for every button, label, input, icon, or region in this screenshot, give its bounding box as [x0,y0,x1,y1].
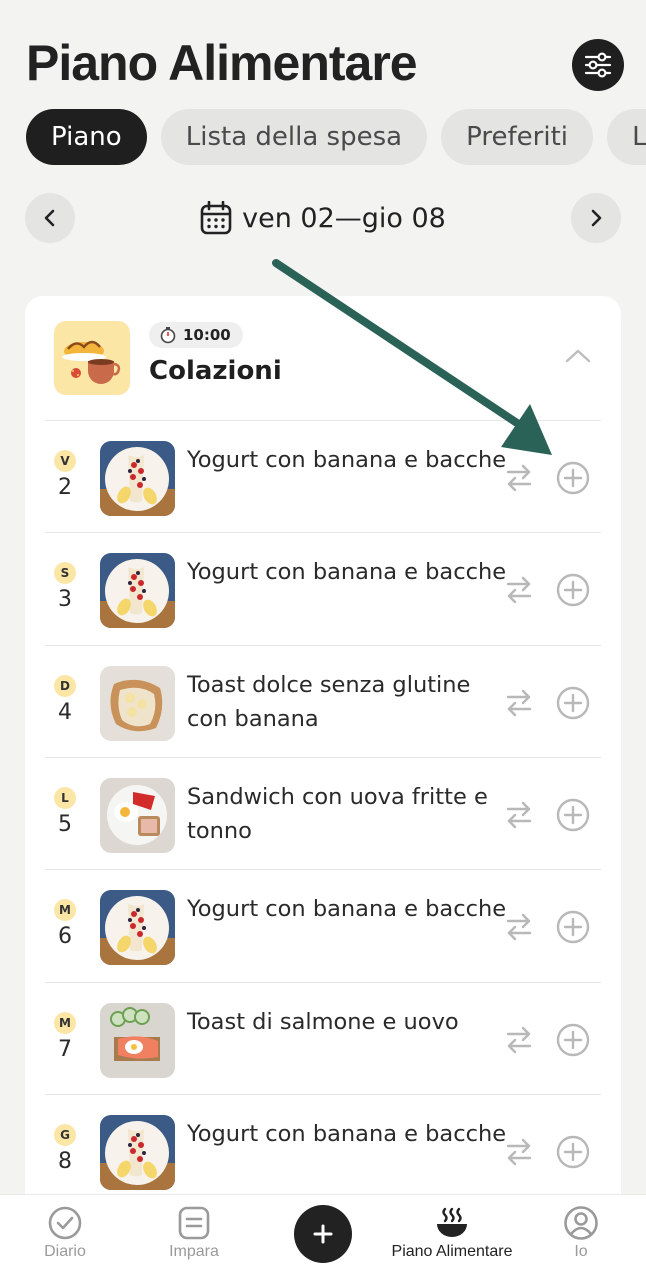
recipe-row[interactable]: M 6 Yogurt con banana e bacche [25,870,621,982]
day-number: 6 [58,924,72,950]
day-number: 2 [58,475,72,500]
swap-icon[interactable] [506,800,532,834]
day-letter-badge: V [54,450,76,472]
day-letter-badge: M [54,1011,76,1034]
add-button[interactable] [294,1205,352,1263]
tab-piano[interactable]: Piano [26,109,147,165]
add-circle-icon[interactable] [556,910,590,948]
recipe-thumbnail[interactable] [100,665,175,741]
check-circle-icon [48,1206,82,1240]
add-circle-icon[interactable] [556,1135,590,1173]
meal-time: 10:00 [183,326,231,344]
recipe-name[interactable]: Toast dolce senza glutine con banana [187,668,507,736]
day-letter-badge: M [54,899,76,922]
day-number: 8 [58,1148,72,1174]
nav-impara[interactable]: Impara [129,1195,259,1281]
chevron-up-icon[interactable] [565,348,591,364]
page-title: Piano Alimentare [26,35,418,91]
add-circle-icon[interactable] [556,686,590,724]
add-circle-icon[interactable] [556,1023,590,1061]
add-circle-icon[interactable] [556,573,590,611]
recipe-row[interactable]: V 2 Yogurt con banana e bacche [25,421,621,533]
week-label: ven 02—gio 08 [242,202,446,234]
bottom-navigation: Diario Impara Piano Alimentare Io [0,1194,646,1281]
calendar-icon [200,201,232,235]
previous-week-button[interactable] [25,193,75,243]
day-letter-badge: D [54,674,76,697]
week-navigation: ven 02—gio 08 [25,193,621,243]
recipe-row[interactable]: D 4 Toast dolce senza glutine con banana [25,646,621,758]
swap-icon[interactable] [506,688,532,722]
recipe-thumbnail[interactable] [100,777,175,853]
breakfast-icon [54,321,130,395]
recipe-thumbnail[interactable] [100,553,175,629]
week-range[interactable]: ven 02—gio 08 [25,193,621,243]
meal-card: 10:00 Colazioni V 2 Yogurt con banana e ba… [25,296,621,1216]
chevron-left-icon [44,209,55,227]
recipe-thumbnail[interactable] [100,441,175,516]
recipe-thumbnail[interactable] [100,890,175,966]
swap-icon[interactable] [506,463,532,497]
filter-button[interactable] [572,39,624,91]
nav-label-diario: Diario [44,1243,86,1260]
add-circle-icon[interactable] [556,461,590,499]
nav-piano-alimentare[interactable]: Piano Alimentare [387,1195,517,1281]
day-letter-badge: S [54,562,76,585]
stopwatch-icon [160,327,176,344]
recipe-name[interactable]: Toast di salmone e uovo [187,1005,507,1039]
day-number: 7 [58,1036,72,1062]
nav-label-piano-alimentare: Piano Alimentare [391,1243,513,1260]
meal-header[interactable]: 10:00 Colazioni [25,296,621,420]
add-circle-icon[interactable] [556,798,590,836]
recipe-row[interactable]: L 5 Sandwich con uova fritte e tonno [25,758,621,870]
bowl-icon [437,1207,467,1237]
recipe-thumbnail[interactable] [100,1002,175,1078]
recipe-row[interactable]: M 7 Toast di salmone e uovo [25,983,621,1095]
profile-icon [564,1206,598,1240]
meal-title: Colazioni [149,356,282,386]
recipe-name[interactable]: Sandwich con uova fritte e tonno [187,780,507,848]
book-icon [178,1206,210,1240]
day-number: 4 [58,699,72,725]
tab-bar: Piano Lista della spesa Preferiti L [26,109,646,165]
recipe-name[interactable]: Yogurt con banana e bacche [187,443,507,477]
tab-partial[interactable]: L [607,109,646,165]
nav-label-impara: Impara [169,1243,219,1260]
recipe-name[interactable]: Yogurt con banana e bacche [187,892,507,926]
day-number: 5 [58,811,72,837]
day-letter-badge: G [54,1123,76,1146]
sliders-icon [584,52,612,78]
day-letter-badge: L [54,786,76,809]
nav-io[interactable]: Io [516,1195,646,1281]
recipe-row[interactable]: G 8 Yogurt con banana e bacche [25,1095,621,1207]
recipe-thumbnail[interactable] [100,1114,175,1190]
swap-icon[interactable] [506,912,532,946]
tab-preferiti[interactable]: Preferiti [441,109,593,165]
header: Piano Alimentare [26,32,626,102]
swap-icon[interactable] [506,575,532,609]
nav-label-io: Io [574,1243,588,1260]
swap-icon[interactable] [506,1137,532,1171]
day-number: 3 [58,587,72,613]
chevron-right-icon [591,209,602,227]
tab-lista-della-spesa[interactable]: Lista della spesa [160,109,428,165]
plus-icon [313,1224,333,1244]
recipe-name[interactable]: Yogurt con banana e bacche [187,555,507,589]
recipe-row[interactable]: S 3 Yogurt con banana e bacche [25,533,621,645]
next-week-button[interactable] [571,193,621,243]
nav-diario[interactable]: Diario [0,1195,130,1281]
swap-icon[interactable] [506,1025,532,1059]
recipe-name[interactable]: Yogurt con banana e bacche [187,1117,507,1151]
meal-time-badge: 10:00 [149,322,243,348]
